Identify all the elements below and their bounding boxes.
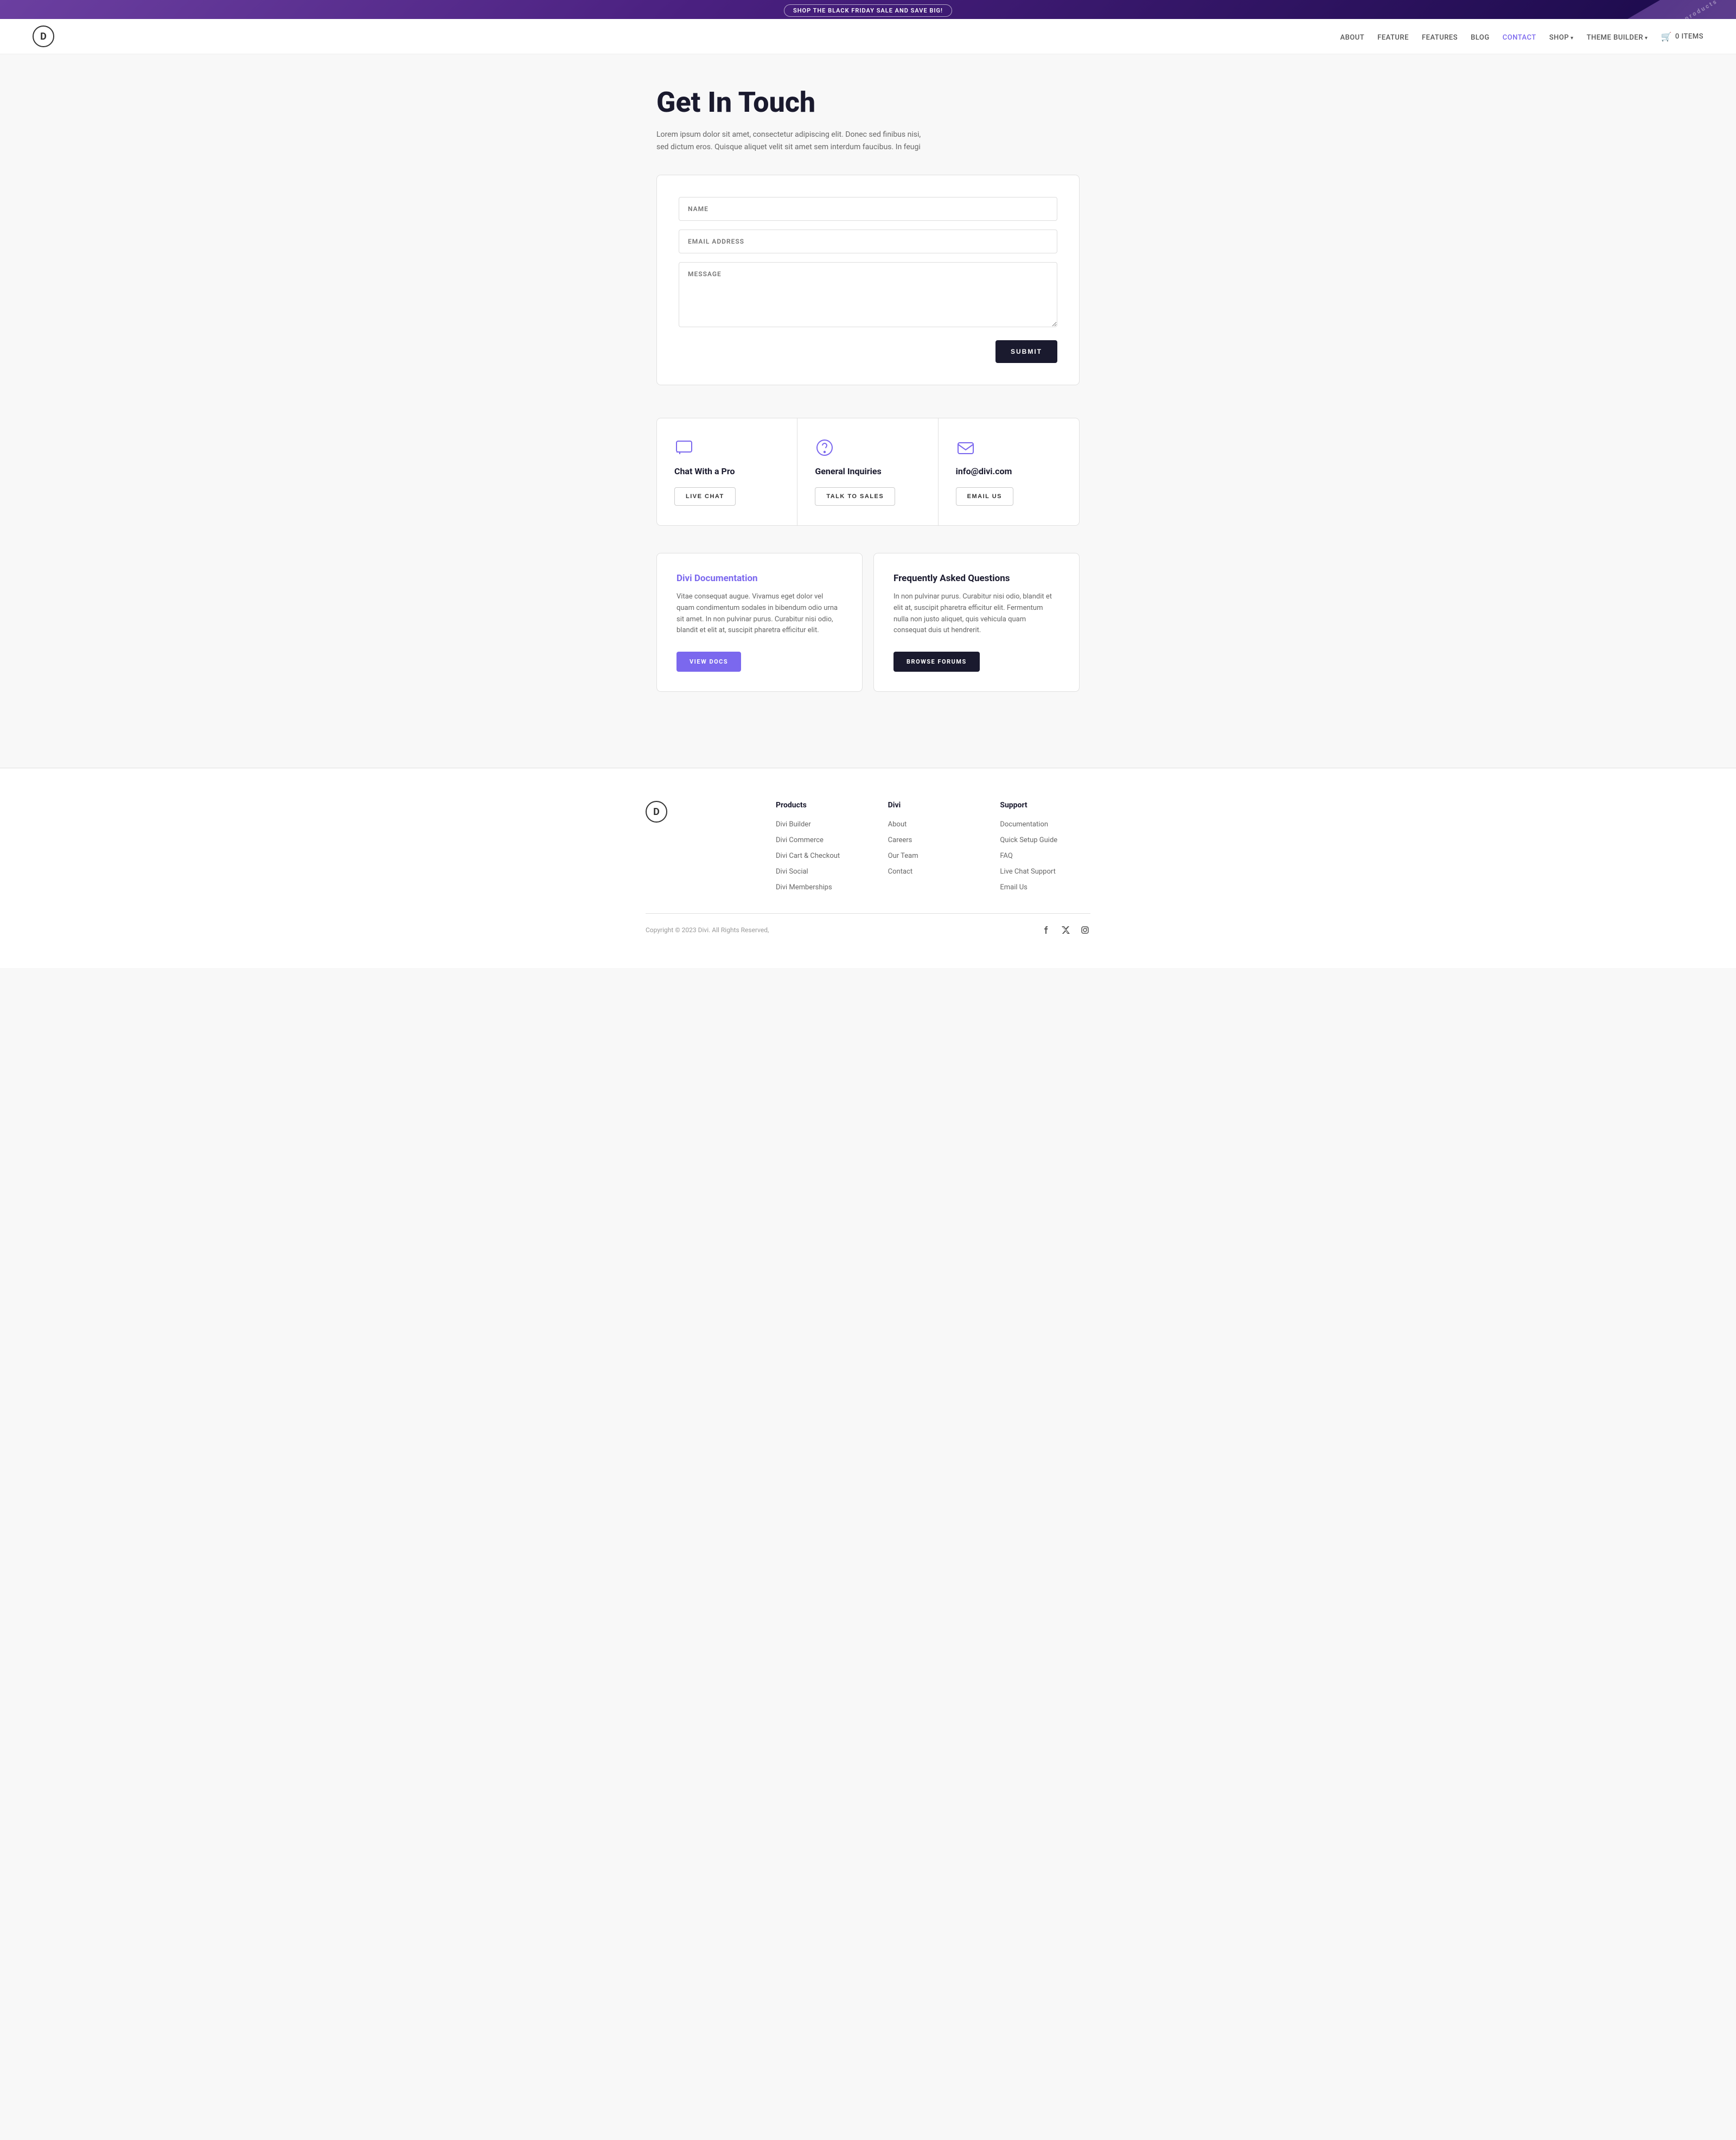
copyright-text: Copyright © 2023 Divi. All Rights Reserv…	[646, 926, 769, 934]
footer-divi-cart[interactable]: Divi Cart & Checkout	[776, 852, 840, 860]
nav-feature[interactable]: FEATURE	[1377, 34, 1409, 42]
contact-cards: Chat With a Pro LIVE CHAT General Inquir…	[656, 418, 1080, 526]
page-title: Get In Touch	[656, 87, 1080, 118]
footer-divi-memberships[interactable]: Divi Memberships	[776, 883, 832, 891]
footer-support-heading: Support	[1000, 801, 1090, 810]
docs-card: Divi Documentation Vitae consequat augue…	[656, 553, 863, 692]
nav-contact[interactable]: CONTACT	[1503, 34, 1536, 42]
page-subtitle: Lorem ipsum dolor sit amet, consectetur …	[656, 129, 928, 153]
chat-card-title: Chat With a Pro	[674, 466, 780, 476]
footer-divi-col: Divi About Careers Our Team Contact	[888, 801, 979, 891]
contact-card-chat: Chat With a Pro LIVE CHAT	[657, 418, 797, 525]
email-field-wrapper	[679, 230, 1057, 253]
footer-social	[1041, 925, 1090, 935]
footer-products-list: Divi Builder Divi Commerce Divi Cart & C…	[776, 818, 866, 891]
cart-icon: 🛒	[1661, 31, 1671, 42]
email-us-button[interactable]: EMAIL US	[956, 487, 1013, 506]
message-field-wrapper	[679, 262, 1057, 329]
name-input[interactable]	[679, 197, 1057, 221]
footer-contact[interactable]: Contact	[888, 868, 912, 876]
footer-about[interactable]: About	[888, 820, 907, 829]
nav-blog[interactable]: BLOG	[1471, 34, 1490, 42]
footer: D Products Divi Builder Divi Commerce Di…	[0, 768, 1736, 968]
footer-logo[interactable]: D	[646, 801, 667, 823]
cart-count: 0 ITEMS	[1675, 33, 1703, 41]
email-input[interactable]	[679, 230, 1057, 253]
main-nav: D ABOUT FEATURE FEATURES BLOG CONTACT SH…	[0, 19, 1736, 54]
twitter-x-icon[interactable]	[1060, 925, 1071, 935]
footer-products-heading: Products	[776, 801, 866, 810]
footer-divi-builder[interactable]: Divi Builder	[776, 820, 811, 829]
browse-forums-button[interactable]: BROWSE FORUMS	[893, 652, 980, 672]
view-docs-button[interactable]: VIEW DOCS	[676, 652, 741, 672]
footer-live-chat[interactable]: Live Chat Support	[1000, 868, 1056, 876]
nav-links: ABOUT FEATURE FEATURES BLOG CONTACT SHOP…	[1340, 31, 1703, 42]
footer-careers[interactable]: Careers	[888, 836, 912, 844]
nav-features[interactable]: FEATURES	[1422, 34, 1458, 42]
faq-card: Frequently Asked Questions In non pulvin…	[873, 553, 1080, 692]
faq-card-body: In non pulvinar purus. Curabitur nisi od…	[893, 591, 1060, 636]
message-textarea[interactable]	[679, 262, 1057, 327]
submit-button[interactable]: SUBMIT	[995, 340, 1057, 363]
top-banner: SHOP THE BLACK FRIDAY SALE AND SAVE BIG!…	[0, 0, 1736, 19]
footer-divi-heading: Divi	[888, 801, 979, 810]
email-card-title: info@divi.com	[956, 466, 1062, 476]
nav-cart[interactable]: 🛒 0 ITEMS	[1661, 31, 1703, 42]
contact-form: SUBMIT	[656, 175, 1080, 385]
docs-card-body: Vitae consequat augue. Vivamus eget dolo…	[676, 591, 843, 636]
footer-support-list: Documentation Quick Setup Guide FAQ Live…	[1000, 818, 1090, 891]
contact-card-inquiries: General Inquiries TALK TO SALES	[797, 418, 938, 525]
resource-cards: Divi Documentation Vitae consequat augue…	[656, 553, 1080, 692]
docs-card-title: Divi Documentation	[676, 573, 843, 584]
footer-quick-setup[interactable]: Quick Setup Guide	[1000, 836, 1057, 844]
faq-card-title: Frequently Asked Questions	[893, 573, 1060, 584]
form-submit-row: SUBMIT	[679, 340, 1057, 363]
footer-divi-commerce[interactable]: Divi Commerce	[776, 836, 824, 844]
footer-products-col: Products Divi Builder Divi Commerce Divi…	[776, 801, 866, 891]
question-icon	[815, 438, 834, 457]
live-chat-button[interactable]: LIVE CHAT	[674, 487, 736, 506]
footer-our-team[interactable]: Our Team	[888, 852, 918, 860]
footer-top: D Products Divi Builder Divi Commerce Di…	[646, 801, 1090, 891]
facebook-icon[interactable]	[1041, 925, 1051, 935]
inquiries-card-title: General Inquiries	[815, 466, 920, 476]
nav-logo[interactable]: D	[33, 26, 54, 47]
email-icon	[956, 438, 975, 457]
footer-faq[interactable]: FAQ	[1000, 852, 1012, 860]
footer-divi-social[interactable]: Divi Social	[776, 868, 808, 876]
footer-documentation[interactable]: Documentation	[1000, 820, 1048, 829]
name-field-wrapper	[679, 197, 1057, 221]
main-content: Get In Touch Lorem ipsum dolor sit amet,…	[646, 54, 1090, 768]
talk-to-sales-button[interactable]: TALK TO SALES	[815, 487, 895, 506]
instagram-icon[interactable]	[1080, 925, 1090, 935]
footer-bottom: Copyright © 2023 Divi. All Rights Reserv…	[646, 913, 1090, 935]
nav-theme-builder[interactable]: THEME BUILDER	[1587, 34, 1648, 42]
banner-link[interactable]: SHOP THE BLACK FRIDAY SALE AND SAVE BIG!	[784, 4, 952, 17]
contact-card-email: info@divi.com EMAIL US	[939, 418, 1079, 525]
footer-email-us[interactable]: Email Us	[1000, 883, 1027, 891]
footer-support-col: Support Documentation Quick Setup Guide …	[1000, 801, 1090, 891]
nav-shop[interactable]: SHOP	[1549, 34, 1574, 42]
nav-about[interactable]: ABOUT	[1340, 34, 1364, 42]
footer-divi-list: About Careers Our Team Contact	[888, 818, 979, 876]
chat-icon	[674, 438, 694, 457]
footer-logo-col: D	[646, 801, 754, 891]
